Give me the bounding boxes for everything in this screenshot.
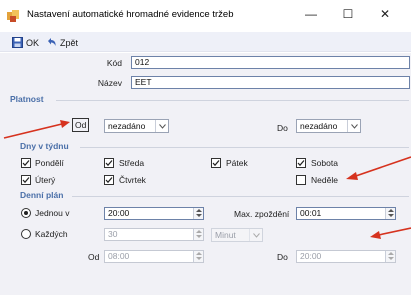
plan-title: Denní plán — [20, 190, 64, 200]
spinner-icon[interactable] — [193, 229, 203, 240]
toolbar: OK Zpět — [0, 32, 411, 52]
dny-divider — [80, 147, 409, 148]
nazev-label: Název — [97, 78, 122, 88]
platnost-do-select[interactable]: nezadáno — [296, 119, 361, 133]
platnost-do-label: Do — [277, 123, 288, 133]
day-checkbox-patek[interactable]: Pátek — [211, 157, 281, 169]
day-checkbox-streda[interactable]: Středa — [104, 157, 174, 169]
checkbox[interactable] — [21, 158, 31, 168]
radio-jednou[interactable]: Jednou v — [21, 208, 101, 220]
max-zpozdeni-label: Max. zpoždění — [234, 209, 290, 219]
day-checkbox-ctvrtek[interactable]: Čtvrtek — [104, 174, 174, 186]
title-bar: Nastavení automatické hromadné evidence … — [0, 0, 411, 31]
plan-od-input[interactable]: 08:00 — [104, 250, 204, 263]
spinner-icon[interactable] — [193, 251, 203, 262]
platnost-od-value: nezadáno — [108, 121, 146, 131]
chevron-down-icon — [249, 229, 262, 241]
checkbox[interactable] — [211, 158, 221, 168]
checkbox[interactable] — [104, 175, 114, 185]
chevron-down-icon — [347, 120, 360, 132]
window-title: Nastavení automatické hromadné evidence … — [27, 9, 234, 20]
spinner-icon[interactable] — [385, 208, 395, 219]
day-label: Neděle — [311, 175, 338, 185]
undo-icon — [48, 38, 56, 46]
kazdych-label: Každých — [35, 229, 68, 239]
day-label: Úterý — [35, 175, 56, 185]
ok-button[interactable]: OK — [12, 36, 39, 49]
day-checkbox-utery[interactable]: Úterý — [21, 174, 91, 186]
day-label: Čtvrtek — [119, 175, 146, 185]
day-checkbox-sobota[interactable]: Sobota — [296, 157, 366, 169]
unit-value: Minut — [215, 230, 236, 240]
platnost-do-value: nezadáno — [300, 121, 338, 131]
jednou-time-input[interactable]: 20:00 — [104, 207, 204, 220]
platnost-od-select[interactable]: nezadáno — [104, 119, 169, 133]
nazev-input[interactable]: EET — [131, 76, 410, 89]
save-icon — [12, 37, 23, 48]
checkbox[interactable] — [21, 175, 31, 185]
jednou-time-value: 20:00 — [108, 208, 130, 218]
back-label: Zpět — [60, 37, 79, 48]
day-checkbox-pondeli[interactable]: Pondělí — [21, 157, 91, 169]
back-button[interactable]: Zpět — [46, 36, 78, 49]
plan-do-label: Do — [277, 252, 288, 262]
checkbox[interactable] — [296, 175, 306, 185]
ok-label: OK — [26, 37, 40, 48]
radio-kazdych[interactable]: Každých — [21, 229, 101, 241]
checkbox[interactable] — [104, 158, 114, 168]
spinner-icon[interactable] — [193, 208, 203, 219]
plan-od-value: 08:00 — [108, 251, 130, 261]
chevron-down-icon — [155, 120, 168, 132]
spinner-icon[interactable] — [385, 251, 395, 262]
day-label: Sobota — [311, 158, 338, 168]
max-zpozdeni-input[interactable]: 00:01 — [296, 207, 396, 220]
plan-do-input[interactable]: 20:00 — [296, 250, 396, 263]
checkbox[interactable] — [296, 158, 306, 168]
app-icon — [7, 10, 19, 22]
close-button[interactable]: ✕ — [367, 2, 403, 26]
plan-od-label: Od — [88, 252, 100, 262]
maximize-button[interactable]: ☐ — [330, 2, 366, 26]
platnost-divider — [56, 100, 409, 101]
plan-divider — [72, 196, 409, 197]
kazdych-value: 30 — [108, 229, 118, 239]
max-zpozdeni-value: 00:01 — [300, 208, 322, 218]
day-label: Středa — [119, 158, 145, 168]
platnost-title: Platnost — [10, 94, 44, 104]
day-label: Pondělí — [35, 158, 64, 168]
platnost-od-label: Od — [72, 118, 90, 132]
kod-input[interactable]: 012 — [131, 56, 410, 69]
plan-do-value: 20:00 — [300, 251, 322, 261]
minimize-button[interactable]: — — [293, 2, 329, 26]
unit-select[interactable]: Minut — [211, 228, 263, 242]
kazdych-input[interactable]: 30 — [104, 228, 204, 241]
radio-button[interactable] — [21, 229, 31, 239]
day-checkbox-nedele[interactable]: Neděle — [296, 174, 366, 186]
day-label: Pátek — [226, 158, 248, 168]
kod-label: Kód — [106, 58, 122, 68]
jednou-label: Jednou v — [35, 208, 70, 218]
dny-title: Dny v týdnu — [20, 141, 69, 151]
radio-button[interactable] — [21, 208, 31, 218]
